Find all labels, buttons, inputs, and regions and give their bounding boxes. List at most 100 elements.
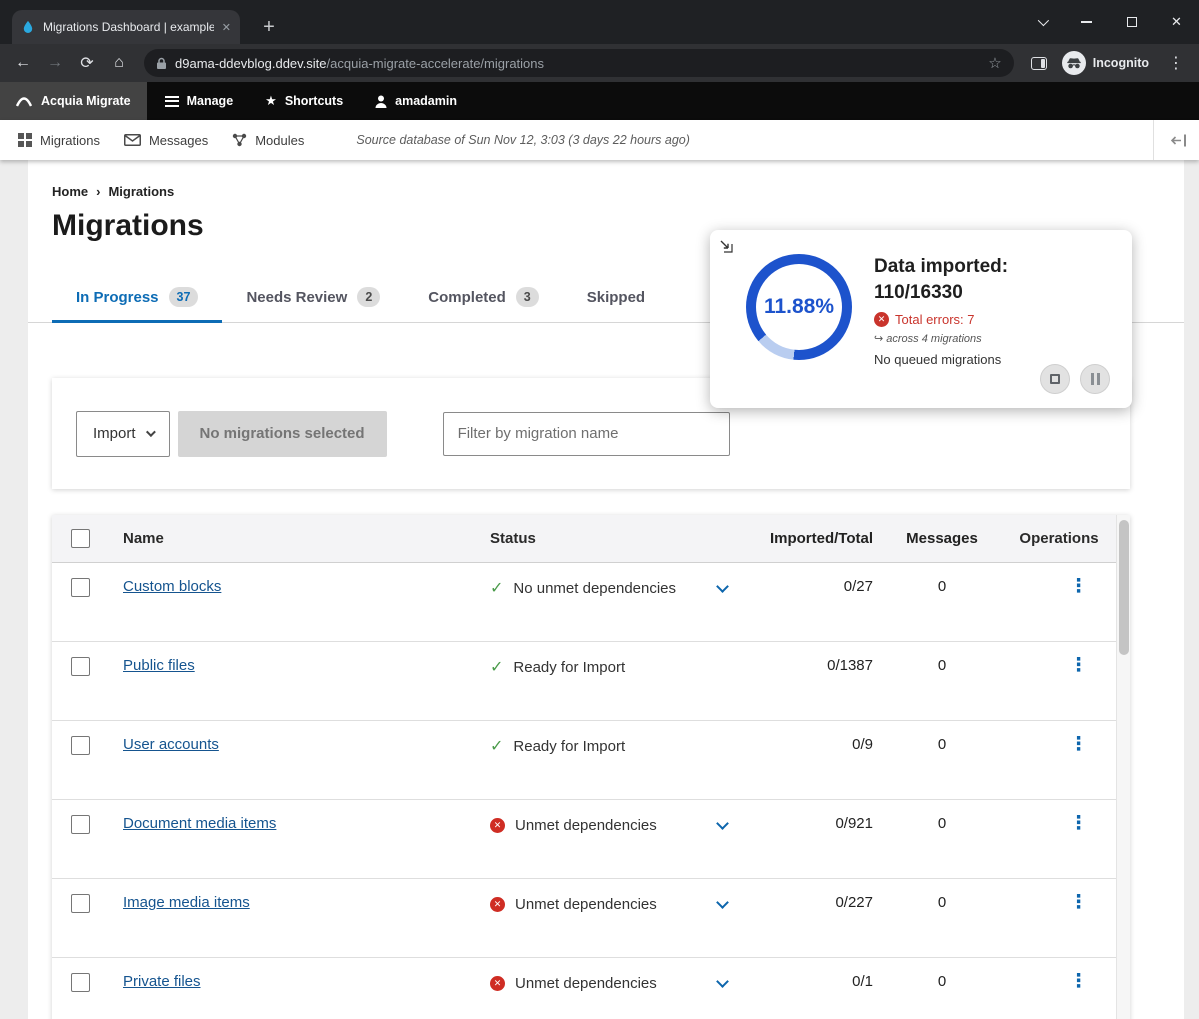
progress-card-buttons — [1040, 364, 1110, 394]
migration-name-link[interactable]: Private files — [123, 973, 201, 990]
browser-tab[interactable]: Migrations Dashboard | example ✕ — [12, 10, 240, 44]
migration-name-link[interactable]: Public files — [123, 657, 195, 674]
header-status: Status — [490, 529, 700, 549]
status-icon: ✓ — [490, 657, 503, 677]
scrollbar-thumb[interactable] — [1119, 520, 1129, 655]
resize-handle-icon[interactable] — [718, 238, 735, 260]
window-close-button[interactable]: ✕ — [1154, 0, 1199, 44]
operations-menu-button[interactable]: ⋮ — [1063, 813, 1094, 834]
pause-button[interactable] — [1080, 364, 1110, 394]
incognito-icon — [1062, 51, 1086, 75]
window-minimize-button[interactable] — [1064, 0, 1109, 44]
messages-envelope-icon — [124, 134, 141, 146]
migration-name-link[interactable]: Image media items — [123, 894, 250, 911]
import-label: Import — [93, 425, 136, 442]
messages-count: 0 — [882, 736, 1002, 753]
status-text: Unmet dependencies — [515, 975, 657, 992]
status-text: Unmet dependencies — [515, 896, 657, 913]
acquia-migrate-brand[interactable]: Acquia Migrate — [0, 82, 147, 120]
side-panel-icon[interactable] — [1024, 48, 1054, 78]
stop-icon — [1050, 374, 1060, 384]
pause-icon — [1091, 373, 1100, 385]
forward-button[interactable]: → — [40, 48, 70, 78]
migration-filter-input[interactable] — [443, 412, 730, 456]
migration-name-link[interactable]: Custom blocks — [123, 578, 221, 595]
toolbar-item-manage[interactable]: Manage — [151, 82, 248, 120]
row-checkbox[interactable] — [71, 578, 90, 597]
across-migrations-note: ↪ across 4 migrations — [874, 332, 1008, 345]
breadcrumb-home-link[interactable]: Home — [52, 184, 88, 199]
imported-total: 0/227 — [744, 894, 882, 911]
tab-badge: 37 — [169, 287, 199, 307]
messages-count: 0 — [882, 815, 1002, 832]
operations-menu-button[interactable]: ⋮ — [1063, 734, 1094, 755]
migration-name-link[interactable]: User accounts — [123, 736, 219, 753]
import-button[interactable]: Import — [76, 411, 170, 457]
row-checkbox[interactable] — [71, 973, 90, 992]
row-checkbox[interactable] — [71, 736, 90, 755]
chevron-down-icon[interactable] — [716, 896, 729, 909]
tab-needs-review[interactable]: Needs Review 2 — [222, 275, 404, 323]
bookmark-star-icon[interactable]: ☆ — [988, 54, 1001, 72]
chevron-down-icon[interactable] — [716, 817, 729, 830]
table-scrollbar[interactable] — [1116, 515, 1130, 1019]
migrations-table: Name Status Imported/Total Messages Oper… — [52, 515, 1130, 1019]
tab-badge: 3 — [516, 287, 539, 307]
messages-label: Messages — [149, 133, 208, 148]
collapse-left-icon — [1170, 134, 1187, 147]
error-icon: ✕ — [874, 312, 889, 327]
imported-total: 0/921 — [744, 815, 882, 832]
home-button[interactable]: ⌂ — [104, 48, 134, 78]
migration-name-link[interactable]: Document media items — [123, 815, 276, 832]
tab-label: Skipped — [587, 289, 645, 306]
shortcuts-label: Shortcuts — [285, 94, 343, 108]
tab-skipped[interactable]: Skipped — [563, 275, 669, 323]
toolbar-item-user[interactable]: amadamin — [361, 82, 471, 120]
back-button[interactable]: ← — [8, 48, 38, 78]
stop-button[interactable] — [1040, 364, 1070, 394]
window-chevron-icon[interactable] — [1019, 0, 1064, 44]
row-checkbox[interactable] — [71, 894, 90, 913]
browser-menu-button[interactable]: ⋮ — [1161, 48, 1191, 78]
row-checkbox[interactable] — [71, 657, 90, 676]
total-errors-link[interactable]: ✕ Total errors: 7 — [874, 312, 1008, 327]
nav-item-migrations[interactable]: Migrations — [6, 133, 112, 148]
incognito-badge: Incognito — [1056, 51, 1159, 75]
tab-close-icon[interactable]: ✕ — [222, 21, 231, 34]
tab-in-progress[interactable]: In Progress 37 — [52, 275, 222, 323]
nav-item-modules[interactable]: Modules — [220, 133, 316, 148]
across-text: across 4 migrations — [886, 333, 981, 345]
table-row: Public files ✓ Ready for Import 0/1387 0… — [52, 642, 1130, 721]
row-checkbox[interactable] — [71, 815, 90, 834]
tab-label: In Progress — [76, 289, 159, 306]
window-maximize-button[interactable] — [1109, 0, 1154, 44]
page-content: Home › Migrations Migrations In Progress… — [0, 160, 1199, 1019]
collapse-toolbar-button[interactable] — [1153, 120, 1199, 160]
progress-card-details: Data imported: 110/16330 ✕ Total errors:… — [874, 250, 1008, 388]
messages-count: 0 — [882, 973, 1002, 990]
operations-menu-button[interactable]: ⋮ — [1063, 576, 1094, 597]
table-row: Document media items ✕ Unmet dependencie… — [52, 800, 1130, 879]
page-url: d9ama-ddevblog.ddev.site/acquia-migrate-… — [175, 56, 544, 71]
tab-completed[interactable]: Completed 3 — [404, 275, 562, 323]
modules-icon — [232, 133, 247, 147]
operations-menu-button[interactable]: ⋮ — [1063, 655, 1094, 676]
status-icon: ✕ — [490, 976, 505, 991]
select-all-checkbox[interactable] — [71, 529, 90, 548]
tab-label: Needs Review — [246, 289, 347, 306]
reload-button[interactable]: ⟳ — [72, 48, 102, 78]
new-tab-button[interactable]: + — [254, 12, 284, 42]
table-body: Custom blocks ✓ No unmet dependencies 0/… — [52, 563, 1130, 1019]
address-bar[interactable]: d9ama-ddevblog.ddev.site/acquia-migrate-… — [144, 49, 1014, 77]
across-arrow-icon: ↪ — [874, 333, 883, 345]
chevron-down-icon[interactable] — [716, 975, 729, 988]
data-imported-count: 110/16330 — [874, 282, 1008, 304]
operations-menu-button[interactable]: ⋮ — [1063, 971, 1094, 992]
chevron-down-icon[interactable] — [716, 580, 729, 593]
menu-icon — [165, 96, 179, 107]
progress-ring: 11.88% — [746, 254, 852, 360]
nav-item-messages[interactable]: Messages — [112, 133, 220, 148]
url-path: /acquia-migrate-accelerate/migrations — [327, 56, 544, 71]
toolbar-item-shortcuts[interactable]: ★ Shortcuts — [251, 82, 357, 120]
operations-menu-button[interactable]: ⋮ — [1063, 892, 1094, 913]
